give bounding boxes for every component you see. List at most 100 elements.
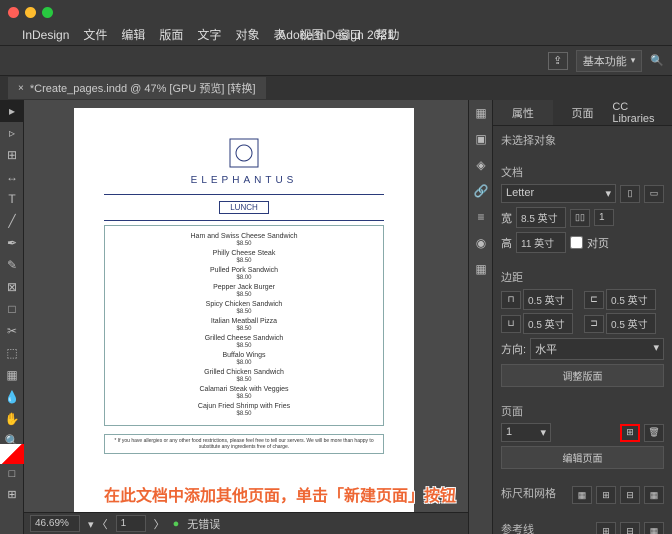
page-nav[interactable]: 1 <box>116 515 146 532</box>
adjust-layout-button[interactable]: 调整版面 <box>501 364 664 387</box>
swatches-icon[interactable]: ▦ <box>469 256 493 282</box>
cc-libs-icon[interactable]: ▦ <box>469 100 493 126</box>
orient-dropdown[interactable]: 水平▾ <box>530 338 664 360</box>
scissors-tool[interactable]: ✂ <box>0 320 24 342</box>
page-size-dropdown[interactable]: Letter▾ <box>501 184 616 203</box>
menu-file[interactable]: 文件 <box>83 26 107 43</box>
page-tool[interactable]: ⊞ <box>0 144 24 166</box>
pages-binding-icon[interactable]: ▯▯ <box>570 209 590 227</box>
gap-tool[interactable]: ↔ <box>0 166 24 188</box>
menu-price: $8.50 <box>105 241 383 249</box>
menu-item: Philly Cheese Steak <box>105 249 383 258</box>
page-number-dropdown[interactable]: 1▾ <box>501 423 551 442</box>
layers-icon[interactable]: ◈ <box>469 152 493 178</box>
close-window[interactable] <box>8 7 19 18</box>
canvas[interactable]: ELEPHANTUS LUNCH Ham and Swiss Cheese Sa… <box>24 100 468 534</box>
menu-layout[interactable]: 版面 <box>159 26 183 43</box>
menubar: InDesign 文件 编辑 版面 文字 对象 表 视图 窗口 帮助 Adobe… <box>0 24 672 46</box>
zoom-input[interactable]: 46.69% <box>30 515 80 532</box>
menu-price: $8.50 <box>105 377 383 385</box>
maximize-window[interactable] <box>42 7 53 18</box>
search-icon[interactable]: 🔍 <box>650 54 664 67</box>
margin-left-input[interactable]: 0.5 英寸 <box>606 289 656 310</box>
margin-label: 边距 <box>501 269 664 285</box>
menu-item: Buffalo Wings <box>105 351 383 360</box>
rectangle-frame-tool[interactable]: ⊠ <box>0 276 24 298</box>
tab-label: *Create_pages.indd @ 47% [GPU 预览] [转换] <box>30 80 256 96</box>
menu-items: Ham and Swiss Cheese Sandwich$8.50Philly… <box>104 225 384 426</box>
grid-icon-2[interactable]: ⊟ <box>620 486 640 504</box>
delete-page-button[interactable]: 🗑 <box>644 424 664 442</box>
menu-item: Cajun Fried Shrimp with Fries <box>105 402 383 411</box>
menu-price: $8.00 <box>105 275 383 283</box>
document-page[interactable]: ELEPHANTUS LUNCH Ham and Swiss Cheese Sa… <box>74 108 414 518</box>
minimize-window[interactable] <box>25 7 36 18</box>
pen-tool[interactable]: ✒ <box>0 232 24 254</box>
brand-name: ELEPHANTUS <box>104 175 384 186</box>
grid-icon-1[interactable]: ⊞ <box>596 486 616 504</box>
new-page-button[interactable]: ⊞ <box>620 424 640 442</box>
panel-dock: ▦ ▣ ◈ 🔗 ≡ ◉ ▦ <box>468 100 492 534</box>
selection-tool[interactable]: ▸ <box>0 100 24 122</box>
height-input[interactable]: 11 英寸 <box>516 232 566 253</box>
pencil-tool[interactable]: ✎ <box>0 254 24 276</box>
status-bar: 46.69% ▾ 〈 1 〉 ● 无错误 <box>24 512 468 534</box>
stroke-icon[interactable]: ≡ <box>469 204 493 230</box>
pages-icon[interactable]: ▣ <box>469 126 493 152</box>
close-tab-icon[interactable]: × <box>18 83 24 94</box>
margin-right-input[interactable]: 0.5 英寸 <box>606 313 656 334</box>
menu-item: Spicy Chicken Sandwich <box>105 300 383 309</box>
grid-icon-3[interactable]: ▦ <box>644 486 664 504</box>
edit-pages-button[interactable]: 编辑页面 <box>501 446 664 469</box>
fill-swatch[interactable] <box>0 444 24 464</box>
orient-portrait-icon[interactable]: ▯ <box>620 185 640 203</box>
tab-pages[interactable]: 页面 <box>553 100 613 125</box>
menu-item: Pepper Jack Burger <box>105 283 383 292</box>
pages-label: 页面 <box>501 403 664 419</box>
view-mode[interactable]: ⊞ <box>0 484 24 504</box>
eyedropper-tool[interactable]: 💧 <box>0 386 24 408</box>
margin-top-input[interactable]: 0.5 英寸 <box>523 289 573 310</box>
menu-item: Ham and Swiss Cheese Sandwich <box>105 232 383 241</box>
rectangle-tool[interactable]: □ <box>0 298 24 320</box>
menu-object[interactable]: 对象 <box>235 26 259 43</box>
pages-count-input[interactable]: 1 <box>594 209 614 226</box>
type-tool[interactable]: T <box>0 188 24 210</box>
margin-bottom-input[interactable]: 0.5 英寸 <box>523 313 573 334</box>
menu-price: $8.00 <box>105 360 383 368</box>
menu-item: Pulled Pork Sandwich <box>105 266 383 275</box>
guide-icon-1[interactable]: ⊞ <box>596 522 616 534</box>
error-status: 无错误 <box>187 516 220 532</box>
hand-tool[interactable]: ✋ <box>0 408 24 430</box>
stroke-swatch[interactable]: □ <box>0 464 24 484</box>
line-tool[interactable]: ╱ <box>0 210 24 232</box>
share-icon[interactable]: ⇪ <box>548 52 568 70</box>
orient-label: 方向: <box>501 341 526 357</box>
width-input[interactable]: 8.5 英寸 <box>516 207 566 228</box>
orient-landscape-icon[interactable]: ▭ <box>644 185 664 203</box>
free-transform-tool[interactable]: ⬚ <box>0 342 24 364</box>
gradient-tool[interactable]: ▦ <box>0 364 24 386</box>
menu-type[interactable]: 文字 <box>197 26 221 43</box>
instruction-caption: 在此文档中添加其他页面，单击「新建页面」按钮 <box>104 482 456 506</box>
margin-top-icon: ⊓ <box>501 291 521 309</box>
tab-cclibs[interactable]: CC Libraries <box>612 100 672 125</box>
direct-selection-tool[interactable]: ▹ <box>0 122 24 144</box>
menu-edit[interactable]: 编辑 <box>121 26 145 43</box>
menu-price: $8.50 <box>105 292 383 300</box>
guide-icon-2[interactable]: ⊟ <box>620 522 640 534</box>
traffic-lights <box>8 7 53 18</box>
color-icon[interactable]: ◉ <box>469 230 493 256</box>
menu-price: $8.50 <box>105 411 383 419</box>
links-icon[interactable]: 🔗 <box>469 178 493 204</box>
menu-item: Italian Meatball Pizza <box>105 317 383 326</box>
workspace-dropdown[interactable]: 基本功能 <box>576 50 643 72</box>
menu-indesign[interactable]: InDesign <box>22 28 69 42</box>
doc-label: 文档 <box>501 164 664 180</box>
document-tab[interactable]: × *Create_pages.indd @ 47% [GPU 预览] [转换] <box>8 77 266 99</box>
margin-left-icon: ⊏ <box>584 291 604 309</box>
facing-pages-checkbox[interactable] <box>570 236 583 249</box>
ruler-icon[interactable]: ▦ <box>572 486 592 504</box>
tab-properties[interactable]: 属性 <box>493 100 553 125</box>
guide-icon-3[interactable]: ▦ <box>644 522 664 534</box>
